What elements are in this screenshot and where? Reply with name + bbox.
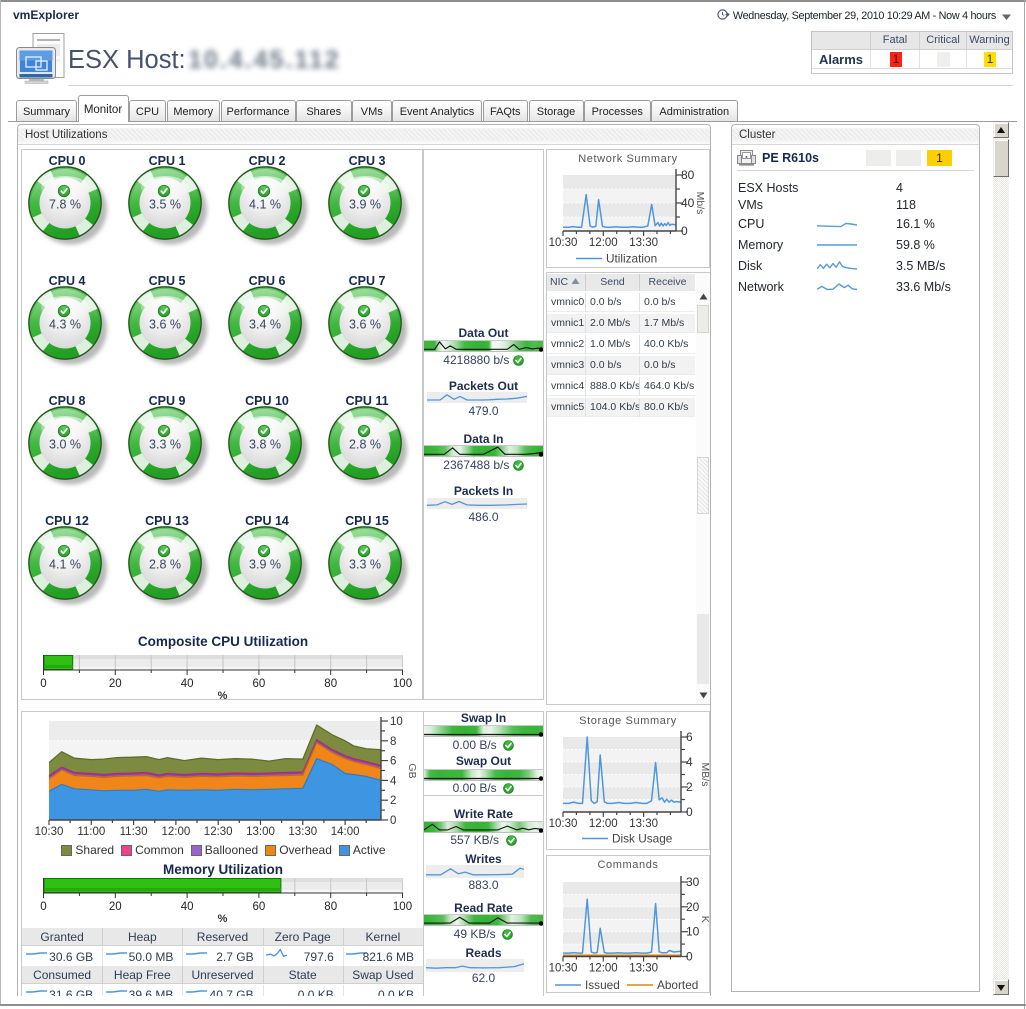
- svg-text:14:00: 14:00: [331, 826, 360, 838]
- svg-text:6: 6: [686, 730, 693, 744]
- svg-text:Aborted: Aborted: [657, 978, 698, 992]
- svg-text:40: 40: [181, 901, 194, 913]
- svg-text:10:30: 10:30: [549, 818, 578, 830]
- svg-text:100: 100: [393, 901, 412, 913]
- svg-text:2: 2: [686, 780, 693, 794]
- svg-text:Utilization: Utilization: [606, 252, 657, 266]
- svg-text:0: 0: [390, 815, 396, 827]
- svg-text:80: 80: [324, 678, 337, 690]
- svg-text:13:30: 13:30: [629, 963, 658, 975]
- svg-text:MB/s: MB/s: [699, 763, 711, 787]
- svg-text:10: 10: [390, 716, 403, 728]
- svg-text:3.4 %: 3.4 %: [249, 318, 281, 332]
- svg-text:4: 4: [686, 755, 693, 769]
- svg-text:Issued: Issued: [585, 978, 620, 992]
- svg-text:2: 2: [390, 795, 396, 807]
- svg-text:3.6 %: 3.6 %: [149, 318, 181, 332]
- svg-text:0: 0: [686, 805, 693, 819]
- svg-text:4: 4: [390, 775, 397, 787]
- svg-text:10:30: 10:30: [35, 826, 64, 838]
- svg-text:20: 20: [109, 901, 122, 913]
- svg-text:K: K: [699, 916, 711, 923]
- svg-text:Disk Usage: Disk Usage: [612, 832, 673, 846]
- svg-text:80: 80: [324, 901, 337, 913]
- svg-text:3.6 %: 3.6 %: [349, 318, 381, 332]
- svg-text:4.3 %: 4.3 %: [49, 318, 81, 332]
- svg-text:13:30: 13:30: [629, 818, 658, 830]
- svg-text:40: 40: [181, 678, 194, 690]
- svg-text:60: 60: [253, 678, 266, 690]
- svg-text:3.0 %: 3.0 %: [49, 438, 81, 452]
- svg-text:13:00: 13:00: [246, 826, 275, 838]
- svg-text:100: 100: [393, 678, 412, 690]
- svg-text:13:30: 13:30: [288, 826, 317, 838]
- svg-text:3.9 %: 3.9 %: [349, 198, 381, 212]
- svg-text:8: 8: [390, 736, 396, 748]
- svg-text:3.3 %: 3.3 %: [349, 558, 381, 572]
- svg-text:3.9 %: 3.9 %: [249, 558, 281, 572]
- svg-text:7.8 %: 7.8 %: [49, 198, 81, 212]
- svg-text:2.8 %: 2.8 %: [149, 558, 181, 572]
- svg-text:12:30: 12:30: [204, 826, 233, 838]
- svg-text:4.1 %: 4.1 %: [49, 558, 81, 572]
- svg-text:0: 0: [40, 901, 46, 913]
- svg-text:0: 0: [40, 678, 46, 690]
- svg-text:12:00: 12:00: [589, 818, 618, 830]
- svg-text:0: 0: [686, 950, 693, 964]
- svg-text:3.3 %: 3.3 %: [149, 438, 181, 452]
- svg-text:20: 20: [109, 678, 122, 690]
- svg-text:10: 10: [686, 925, 700, 939]
- svg-text:13:30: 13:30: [629, 237, 658, 249]
- svg-text:12:00: 12:00: [162, 826, 191, 838]
- svg-text:10:30: 10:30: [549, 237, 578, 249]
- svg-text:Mb/s: Mb/s: [694, 192, 706, 215]
- svg-text:10:30: 10:30: [549, 963, 578, 975]
- svg-text:GB: GB: [406, 763, 418, 778]
- svg-text:40: 40: [681, 196, 695, 210]
- svg-text:11:30: 11:30: [120, 826, 148, 838]
- svg-text:60: 60: [253, 901, 266, 913]
- svg-text:2.8 %: 2.8 %: [349, 438, 381, 452]
- svg-text:20: 20: [686, 900, 700, 914]
- svg-text:11:00: 11:00: [77, 826, 105, 838]
- svg-text:6: 6: [390, 756, 396, 768]
- svg-text:12:00: 12:00: [589, 237, 618, 249]
- svg-text:30: 30: [686, 875, 700, 889]
- svg-text:0: 0: [681, 224, 688, 238]
- svg-text:12:00: 12:00: [589, 963, 618, 975]
- svg-text:80: 80: [681, 168, 695, 182]
- svg-text:4.1 %: 4.1 %: [249, 198, 281, 212]
- svg-text:3.8 %: 3.8 %: [249, 438, 281, 452]
- svg-text:3.5 %: 3.5 %: [149, 198, 181, 212]
